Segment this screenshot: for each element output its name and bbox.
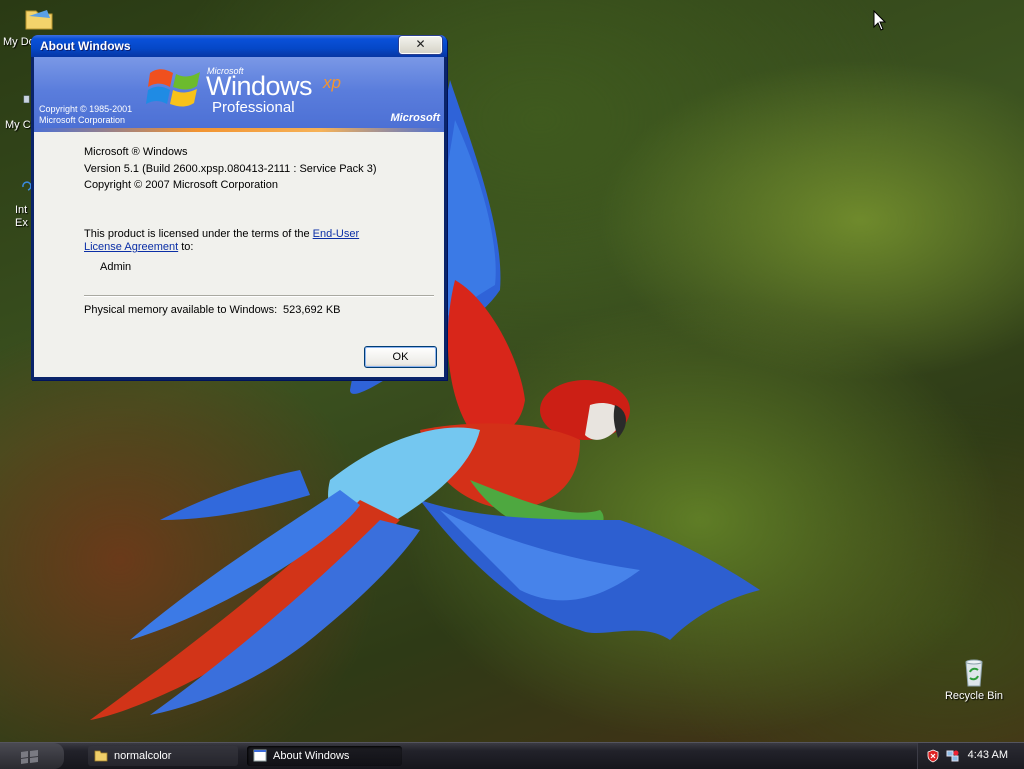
windows-logo-icon	[146, 69, 200, 107]
xp-wordmark: xp	[323, 73, 341, 92]
dialog-titlebar[interactable]: About Windows ✕	[31, 35, 447, 57]
recycle-bin-icon	[965, 659, 983, 687]
licensee-name: Admin	[100, 261, 132, 273]
start-button[interactable]	[0, 743, 64, 769]
network-icon[interactable]	[946, 749, 960, 763]
mouse-cursor-icon	[873, 10, 887, 31]
edition-text: Professional	[212, 99, 295, 116]
window-icon	[253, 749, 267, 762]
taskbar-button-normalcolor[interactable]: normalcolor	[88, 746, 238, 766]
clock[interactable]: 4:43 AM	[968, 749, 1008, 761]
ok-button[interactable]: OK	[364, 346, 437, 368]
eula-link-continued[interactable]: License Agreement	[84, 241, 178, 253]
copyright-text: Copyright © 2007 Microsoft Corporation	[84, 179, 278, 191]
memory-label: Physical memory available to Windows:	[84, 304, 278, 316]
taskbar-button-about-windows[interactable]: About Windows	[247, 746, 402, 766]
taskbar: normalcolor About Windows 4:43 AM	[0, 742, 1024, 769]
banner-copyright: Copyright © 1985-2001 Microsoft Corporat…	[39, 104, 133, 125]
eula-link[interactable]: End-User	[313, 228, 359, 240]
product-name: Microsoft ® Windows	[84, 146, 188, 158]
system-tray: 4:43 AM	[917, 743, 1024, 769]
close-button[interactable]: ✕	[399, 36, 442, 54]
folder-icon	[25, 10, 53, 30]
windows-xp-banner: Microsoft Windows xp Professional Copyri…	[34, 57, 444, 132]
close-icon: ✕	[415, 37, 426, 51]
desktop-icon-recycle-bin[interactable]: Recycle Bin	[939, 656, 1009, 703]
windows-logo-icon	[21, 750, 38, 764]
dialog-title: About Windows	[40, 39, 131, 53]
windows-wordmark: Windows	[206, 71, 313, 101]
license-text: This product is licensed under the terms…	[84, 228, 360, 253]
separator	[84, 295, 434, 297]
version-text: Version 5.1 (Build 2600.xpsp.080413-2111…	[84, 163, 377, 175]
folder-icon	[94, 750, 108, 762]
memory-value: 523,692 KB	[283, 304, 341, 316]
microsoft-logo: Microsoft	[390, 112, 441, 124]
banner-accent-bar	[34, 128, 444, 132]
dialog-body: Microsoft Windows xp Professional Copyri…	[34, 57, 444, 377]
security-shield-icon[interactable]	[926, 749, 940, 763]
about-windows-dialog: About Windows ✕ Microsoft Windows xp Pro…	[31, 35, 447, 380]
